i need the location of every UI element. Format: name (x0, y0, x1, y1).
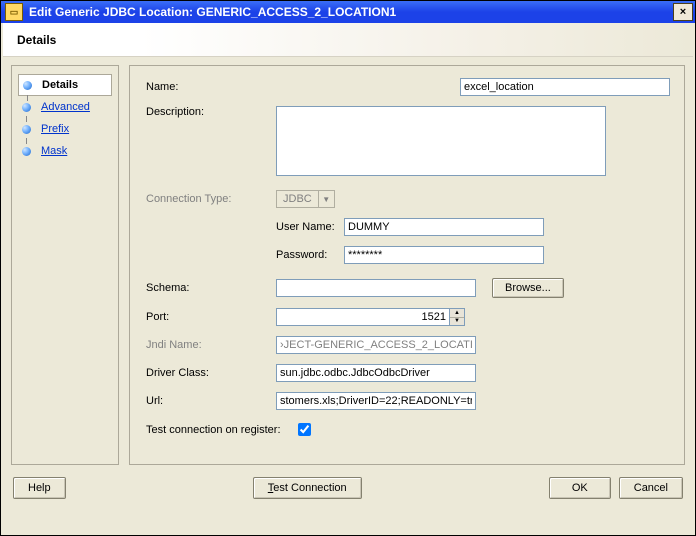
title-bar: ▭ Edit Generic JDBC Location: GENERIC_AC… (1, 1, 695, 23)
cancel-button[interactable]: Cancel (619, 477, 683, 499)
nav-bullet-icon (22, 147, 31, 156)
url-label: Url: (146, 395, 276, 407)
name-input[interactable] (460, 78, 670, 96)
nav-bullet-icon (22, 103, 31, 112)
nav-item-advanced[interactable]: Advanced (18, 96, 112, 118)
help-button[interactable]: Help (13, 477, 66, 499)
nav-item-label: Mask (41, 145, 67, 157)
description-label: Description: (146, 106, 276, 118)
driver-input[interactable] (276, 364, 476, 382)
nav-item-label: Advanced (41, 101, 90, 113)
spinner-down-icon[interactable]: ▼ (450, 318, 464, 326)
password-label: Password: (276, 249, 344, 261)
port-label: Port: (146, 311, 276, 323)
test-connection-button[interactable]: Test Connection (253, 477, 362, 499)
row-description: Description: (146, 106, 670, 176)
driver-label: Driver Class: (146, 367, 276, 379)
close-button[interactable]: × (673, 3, 693, 21)
nav-bullet-icon (22, 125, 31, 134)
port-input[interactable] (277, 309, 449, 325)
row-password: Password: (146, 246, 670, 264)
row-conn-type: Connection Type: JDBC ▼ (146, 190, 670, 208)
test-on-register-checkbox[interactable] (298, 423, 311, 436)
conn-type-select: JDBC ▼ (276, 190, 335, 208)
body-area: Details Advanced Prefix Mask Name: Descr… (1, 57, 695, 465)
row-driver: Driver Class: (146, 364, 670, 382)
url-input[interactable] (276, 392, 476, 410)
row-user: User Name: (146, 218, 670, 236)
form-panel: Name: Description: Connection Type: JDBC… (129, 65, 685, 465)
user-input[interactable] (344, 218, 544, 236)
nav-bullet-icon (23, 81, 32, 90)
row-jndi: Jndi Name: (146, 336, 670, 354)
nav-item-label: Prefix (41, 123, 69, 135)
jndi-input (276, 336, 476, 354)
name-label: Name: (146, 81, 276, 93)
port-spinner[interactable]: ▲ ▼ (276, 308, 465, 326)
footer: Help Test Connection OK Cancel (1, 465, 695, 511)
jndi-label: Jndi Name: (146, 339, 276, 351)
test-connection-rest: est Connection (273, 482, 346, 494)
row-name: Name: (146, 78, 670, 96)
nav-item-label: Details (42, 79, 78, 91)
schema-input[interactable] (276, 279, 476, 297)
ok-button[interactable]: OK (549, 477, 611, 499)
browse-button[interactable]: Browse... (492, 278, 564, 298)
row-url: Url: (146, 392, 670, 410)
section-title: Details (17, 33, 56, 47)
schema-label: Schema: (146, 282, 276, 294)
user-label: User Name: (276, 221, 344, 233)
spinner-up-icon[interactable]: ▲ (450, 309, 464, 318)
description-textarea[interactable] (276, 106, 606, 176)
row-test-on-register: Test connection on register: (146, 420, 670, 439)
nav-item-mask[interactable]: Mask (18, 140, 112, 162)
app-icon: ▭ (5, 3, 23, 21)
window-title: Edit Generic JDBC Location: GENERIC_ACCE… (29, 5, 673, 19)
nav-item-prefix[interactable]: Prefix (18, 118, 112, 140)
chevron-down-icon: ▼ (318, 191, 334, 207)
conn-type-value: JDBC (277, 193, 318, 205)
row-port: Port: ▲ ▼ (146, 308, 670, 326)
row-schema: Schema: Browse... (146, 278, 670, 298)
side-nav: Details Advanced Prefix Mask (11, 65, 119, 465)
section-header: Details (3, 23, 693, 57)
conn-type-label: Connection Type: (146, 193, 276, 205)
test-on-register-label: Test connection on register: (146, 424, 294, 436)
spinner-buttons: ▲ ▼ (449, 309, 464, 325)
nav-item-details[interactable]: Details (18, 74, 112, 96)
nav-tree: Details Advanced Prefix Mask (18, 74, 112, 162)
password-input[interactable] (344, 246, 544, 264)
